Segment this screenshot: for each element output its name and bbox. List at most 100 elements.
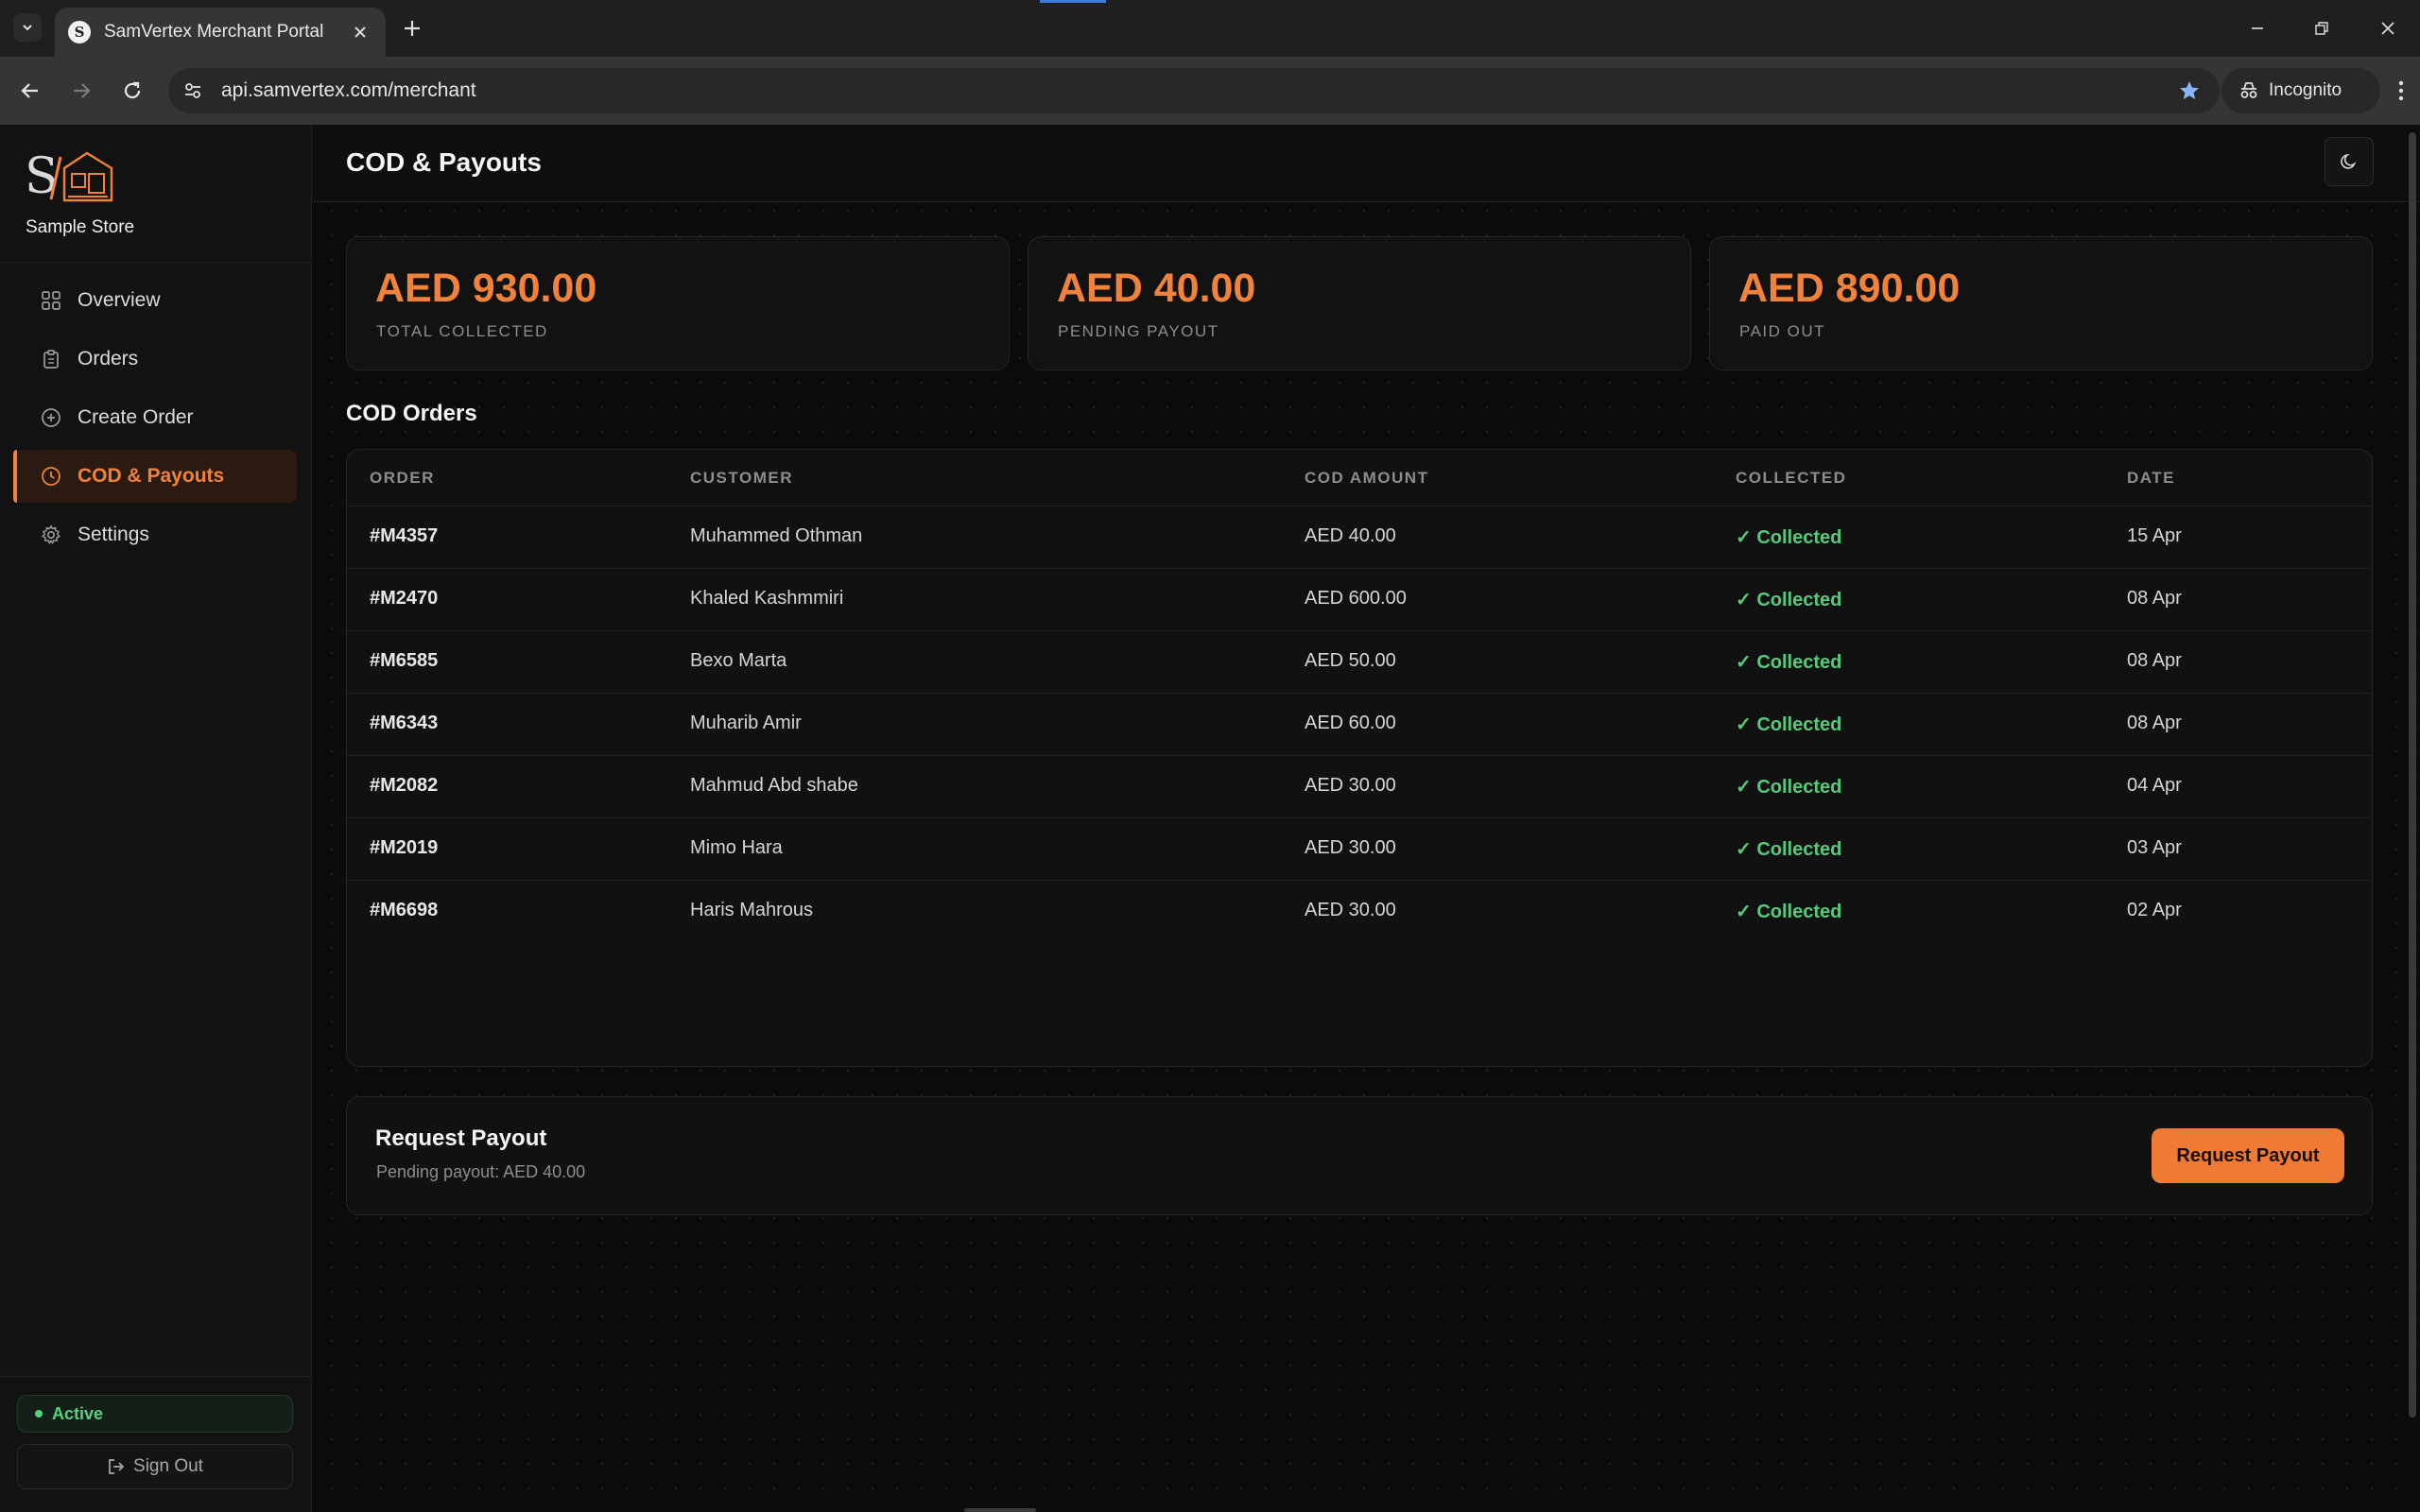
divider <box>0 1376 312 1377</box>
sidebar-nav: Overview Orders Create Order COD & Payou… <box>13 274 297 567</box>
stats-row: AED 930.00 TOTAL COLLECTED AED 40.00 PEN… <box>346 236 2373 370</box>
incognito-icon <box>2240 82 2257 98</box>
browser-menu-button[interactable] <box>2384 72 2418 110</box>
table-row[interactable]: #M4357 Muhammed Othman AED 40.00 ✓ Colle… <box>347 507 2372 569</box>
star-icon <box>2180 81 2199 99</box>
cod-orders-table: ORDER CUSTOMER COD AMOUNT COLLECTED DATE… <box>346 449 2373 1067</box>
page-header: COD & Payouts <box>313 125 2420 202</box>
store-name: Sample Store <box>26 217 135 237</box>
tab-title: SamVertex Merchant Portal <box>104 22 324 42</box>
collected-status: ✓ Collected <box>1736 527 1842 548</box>
order-date: 15 Apr <box>2127 525 2182 546</box>
close-icon <box>354 26 366 38</box>
cod-amount: AED 50.00 <box>1305 650 1396 671</box>
order-date: 02 Apr <box>2127 900 2182 920</box>
url-text[interactable]: api.samvertex.com/merchant <box>221 79 2170 102</box>
active-tab[interactable]: S SamVertex Merchant Portal <box>55 8 386 57</box>
table-row[interactable]: #M2082 Mahmud Abd shabe AED 30.00 ✓ Coll… <box>347 756 2372 818</box>
reload-icon <box>124 81 141 99</box>
close-icon <box>2381 22 2394 35</box>
sidebar-item-label: Overview <box>78 289 161 311</box>
restore-button[interactable] <box>2291 9 2352 47</box>
table-row[interactable]: #M6585 Bexo Marta AED 50.00 ✓ Collected … <box>347 631 2372 694</box>
order-id[interactable]: #M4357 <box>370 525 438 547</box>
table-row[interactable]: #M2470 Khaled Kashmmiri AED 600.00 ✓ Col… <box>347 569 2372 631</box>
order-id[interactable]: #M6698 <box>370 900 438 921</box>
tab-search-button[interactable] <box>13 13 42 42</box>
customer-name: Bexo Marta <box>690 650 787 671</box>
cod-amount: AED 30.00 <box>1305 775 1396 796</box>
request-payout-button[interactable]: Request Payout <box>2152 1128 2344 1183</box>
order-id[interactable]: #M2470 <box>370 588 438 610</box>
status-dot-icon <box>35 1410 43 1418</box>
order-date: 08 Apr <box>2127 713 2182 733</box>
address-bar[interactable]: api.samvertex.com/merchant <box>168 68 2220 113</box>
grid-icon <box>40 289 62 312</box>
horizontal-scrollbar[interactable] <box>964 1508 1036 1512</box>
arrow-right-icon <box>74 83 91 98</box>
vertical-scrollbar[interactable] <box>2409 132 2416 1418</box>
cod-amount: AED 30.00 <box>1305 837 1396 858</box>
tab-close-button[interactable] <box>348 20 372 44</box>
clipboard-icon <box>40 348 62 370</box>
site-info-button[interactable] <box>174 72 212 110</box>
collected-status: ✓ Collected <box>1736 839 1842 860</box>
collected-status: ✓ Collected <box>1736 902 1842 922</box>
customer-name: Muharib Amir <box>690 713 802 733</box>
pending-payout-text: Pending payout: AED 40.00 <box>376 1162 586 1181</box>
sidebar-item-label: Orders <box>78 348 139 369</box>
bookmark-button[interactable] <box>2170 72 2208 110</box>
column-header-date: DATE <box>2127 469 2176 487</box>
sign-out-label: Sign Out <box>133 1456 203 1476</box>
column-header-collected: COLLECTED <box>1736 469 1847 487</box>
moon-icon <box>2341 153 2357 169</box>
stat-label: PENDING PAYOUT <box>1058 322 1219 340</box>
close-window-button[interactable] <box>2358 9 2418 47</box>
browser-toolbar: api.samvertex.com/merchant Incognito <box>0 57 2420 125</box>
table-row[interactable]: #M6343 Muharib Amir AED 60.00 ✓ Collecte… <box>347 694 2372 756</box>
table-row[interactable]: #M6698 Haris Mahrous AED 30.00 ✓ Collect… <box>347 881 2372 943</box>
stat-value: AED 890.00 <box>1738 266 1961 311</box>
arrow-left-icon <box>21 83 38 98</box>
customer-name: Mimo Hara <box>690 837 783 858</box>
column-header-order: ORDER <box>370 469 435 487</box>
clock-icon <box>40 465 62 488</box>
stat-card-paid-out: AED 890.00 PAID OUT <box>1709 236 2373 370</box>
gear-icon <box>40 524 62 546</box>
chevron-down-icon <box>23 25 32 31</box>
sidebar-item-orders[interactable]: Orders <box>13 333 297 386</box>
column-header-cod-amount: COD AMOUNT <box>1305 469 1429 487</box>
order-id[interactable]: #M2082 <box>370 775 438 797</box>
order-id[interactable]: #M2019 <box>370 837 438 859</box>
favicon-icon: S <box>68 21 91 43</box>
page-title: COD & Payouts <box>346 147 542 177</box>
customer-name: Haris Mahrous <box>690 900 814 920</box>
incognito-indicator[interactable]: Incognito <box>2221 68 2380 113</box>
sidebar-item-settings[interactable]: Settings <box>13 508 297 561</box>
section-title-cod-orders: COD Orders <box>346 401 477 426</box>
stat-card-total-collected: AED 930.00 TOTAL COLLECTED <box>346 236 1010 370</box>
status-label: Active <box>52 1403 104 1423</box>
tab-loading-indicator <box>1040 0 1106 3</box>
sign-out-button[interactable]: Sign Out <box>17 1444 293 1489</box>
new-tab-button[interactable] <box>397 13 427 43</box>
collected-status: ✓ Collected <box>1736 777 1842 798</box>
table-header: ORDER CUSTOMER COD AMOUNT COLLECTED DATE <box>347 450 2372 507</box>
stat-card-pending-payout: AED 40.00 PENDING PAYOUT <box>1028 236 1691 370</box>
order-date: 04 Apr <box>2127 775 2182 796</box>
sidebar-item-create-order[interactable]: Create Order <box>13 391 297 444</box>
order-date: 08 Apr <box>2127 588 2182 609</box>
stat-label: PAID OUT <box>1739 322 1826 340</box>
table-row[interactable]: #M2019 Mimo Hara AED 30.00 ✓ Collected 0… <box>347 818 2372 881</box>
theme-toggle-button[interactable] <box>2325 137 2374 186</box>
order-id[interactable]: #M6343 <box>370 713 438 734</box>
sidebar-item-overview[interactable]: Overview <box>13 274 297 327</box>
forward-button[interactable] <box>62 72 100 110</box>
back-button[interactable] <box>11 72 49 110</box>
reload-button[interactable] <box>113 72 151 110</box>
tune-icon <box>185 83 200 98</box>
sidebar-item-cod-payouts[interactable]: COD & Payouts <box>13 450 297 503</box>
minimize-button[interactable] <box>2227 9 2288 47</box>
stat-value: AED 930.00 <box>375 266 597 311</box>
order-id[interactable]: #M6585 <box>370 650 438 672</box>
